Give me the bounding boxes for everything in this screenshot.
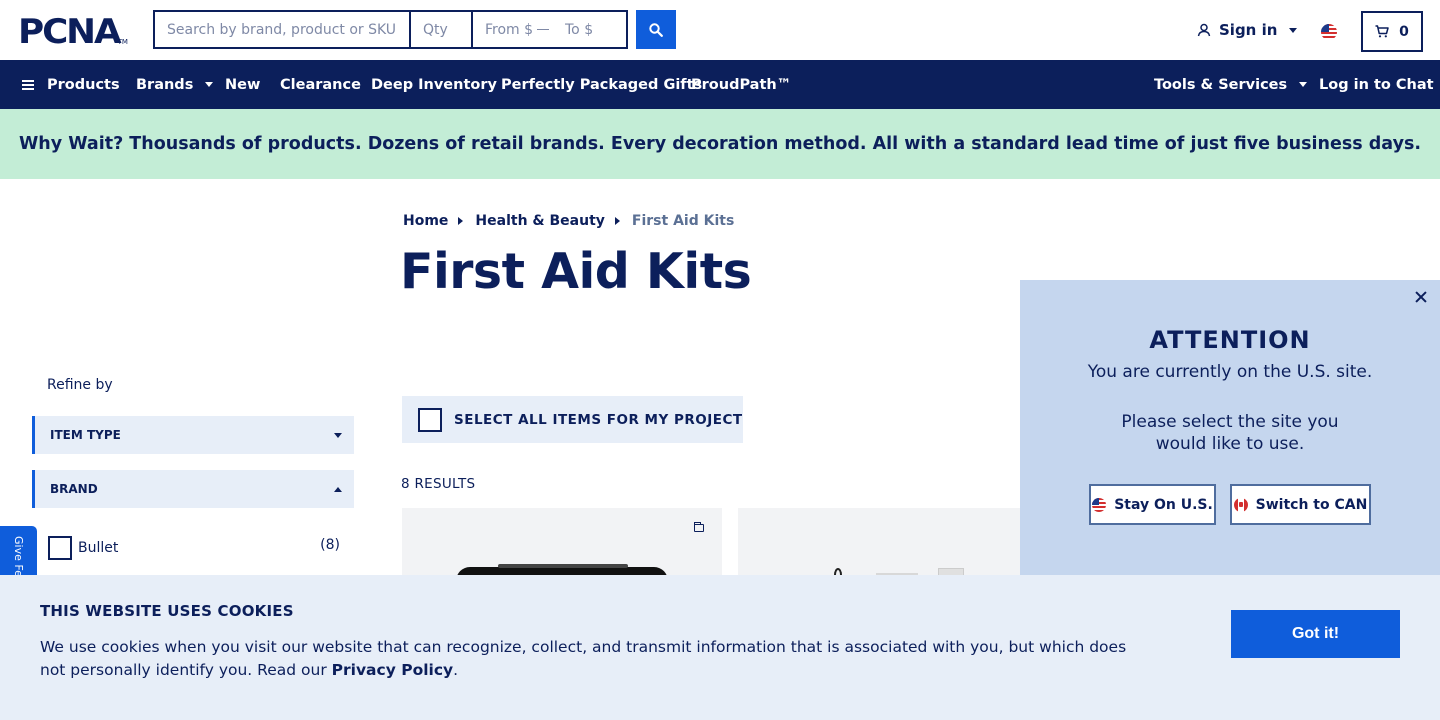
filter-option-bullet[interactable]: Bullet (8) <box>48 536 340 560</box>
facet-item-type[interactable]: ITEM TYPE <box>32 416 354 454</box>
us-flag-icon <box>1092 497 1107 512</box>
pcna-logo[interactable]: PCNA TM <box>18 12 128 52</box>
cookie-title: THIS WEBSITE USES COOKIES <box>40 602 294 620</box>
popup-message: Please select the site you would like to… <box>1121 412 1339 454</box>
canada-flag-icon <box>1233 497 1248 512</box>
nav-brands[interactable]: Brands <box>136 60 214 109</box>
select-all-items[interactable]: SELECT ALL ITEMS FOR MY PROJECT <box>402 396 743 443</box>
folder-icon[interactable] <box>693 522 704 532</box>
search-bar <box>153 10 628 49</box>
nav-chat-login[interactable]: Log in to Chat <box>1319 60 1434 109</box>
page-title: First Aid Kits <box>400 243 752 300</box>
price-from-input[interactable] <box>473 21 537 38</box>
nav-deep-inventory[interactable]: Deep Inventory <box>371 60 497 109</box>
cart-count: 0 <box>1399 23 1409 40</box>
nav-products-label: Products <box>47 76 120 93</box>
nav-chat-label: Log in to Chat <box>1319 76 1434 93</box>
stay-on-us-label: Stay On U.S. <box>1114 496 1213 513</box>
nav-brands-label: Brands <box>136 76 194 93</box>
hamburger-icon <box>22 79 34 90</box>
user-icon <box>1197 23 1211 37</box>
nav-tools-label: Tools & Services <box>1154 76 1288 93</box>
nav-tools-services[interactable]: Tools & Services <box>1154 60 1308 109</box>
close-icon[interactable] <box>1414 290 1428 304</box>
price-range <box>473 12 626 47</box>
cookie-text-end: . <box>453 661 459 679</box>
promo-banner: Why Wait? Thousands of products. Dozens … <box>0 109 1440 179</box>
us-flag-icon[interactable] <box>1321 24 1337 40</box>
nav-proudpath-label: ProudPath™ <box>691 76 792 93</box>
switch-to-can-label: Switch to CAN <box>1255 496 1368 513</box>
sign-in-label: Sign in <box>1219 21 1278 39</box>
breadcrumb-separator-icon <box>614 217 620 225</box>
stay-on-us-button[interactable]: Stay On U.S. <box>1089 484 1216 525</box>
cart-button[interactable]: 0 <box>1361 11 1423 52</box>
breadcrumb: Home Health & Beauty First Aid Kits <box>403 213 734 229</box>
nav-products[interactable]: Products <box>22 60 120 109</box>
nav-deep-inventory-label: Deep Inventory <box>371 76 497 93</box>
nav-clearance-label: Clearance <box>280 76 361 93</box>
facet-label: BRAND <box>50 482 98 496</box>
select-all-label: SELECT ALL ITEMS FOR MY PROJECT <box>454 411 743 428</box>
results-count: 8 RESULTS <box>401 476 476 492</box>
site-selector-popup: ATTENTION You are currently on the U.S. … <box>1020 280 1440 580</box>
accept-cookies-button[interactable]: Got it! <box>1231 610 1400 658</box>
sign-in-menu[interactable]: Sign in <box>1197 21 1298 39</box>
breadcrumb-separator-icon <box>458 217 464 225</box>
select-all-checkbox[interactable] <box>418 407 442 432</box>
nav-new[interactable]: New <box>225 60 260 109</box>
filter-option-count: (8) <box>320 537 340 553</box>
price-to-input[interactable] <box>553 21 617 38</box>
facet-label: ITEM TYPE <box>50 428 121 442</box>
breadcrumb-home[interactable]: Home <box>403 213 448 229</box>
main-nav: Products Brands New Clearance Deep Inven… <box>0 60 1440 109</box>
nav-gifts-label: Perfectly Packaged Gifts <box>501 76 703 93</box>
chevron-down-icon <box>334 432 342 438</box>
promo-text: Why Wait? Thousands of products. Dozens … <box>18 134 1422 154</box>
nav-gifts[interactable]: Perfectly Packaged Gifts <box>501 60 702 109</box>
facet-brand[interactable]: BRAND <box>32 470 354 508</box>
filter-checkbox[interactable] <box>48 536 72 560</box>
nav-proudpath[interactable]: ProudPath™ <box>691 60 791 109</box>
chevron-down-icon <box>1289 27 1298 33</box>
filter-option-label: Bullet <box>78 540 119 556</box>
cookie-text: We use cookies when you visit our websit… <box>40 636 1150 682</box>
nav-clearance[interactable]: Clearance <box>280 60 361 109</box>
price-range-dash <box>537 28 549 31</box>
breadcrumb-current: First Aid Kits <box>631 213 735 229</box>
privacy-policy-link[interactable]: Privacy Policy <box>332 661 454 679</box>
refine-by-label: Refine by <box>47 377 113 393</box>
chevron-down-icon <box>1299 82 1308 87</box>
chevron-down-icon <box>205 82 214 87</box>
cookie-body: We use cookies when you visit our websit… <box>40 638 1127 679</box>
logo-text: PCNA <box>18 12 122 52</box>
site-header: PCNA TM Sign in 0 <box>0 0 1440 60</box>
popup-subtitle: You are currently on the U.S. site. <box>1087 362 1373 382</box>
quantity-input[interactable] <box>411 12 473 47</box>
popup-title: ATTENTION <box>1149 326 1311 354</box>
nav-new-label: New <box>225 76 261 93</box>
switch-to-can-button[interactable]: Switch to CAN <box>1230 484 1371 525</box>
chevron-up-icon <box>334 486 342 492</box>
cart-icon <box>1375 25 1389 38</box>
cookie-banner: THIS WEBSITE USES COOKIES We use cookies… <box>0 575 1440 720</box>
search-input[interactable] <box>155 12 411 47</box>
breadcrumb-category[interactable]: Health & Beauty <box>475 213 604 229</box>
search-icon <box>649 22 663 37</box>
search-button[interactable] <box>636 10 676 49</box>
